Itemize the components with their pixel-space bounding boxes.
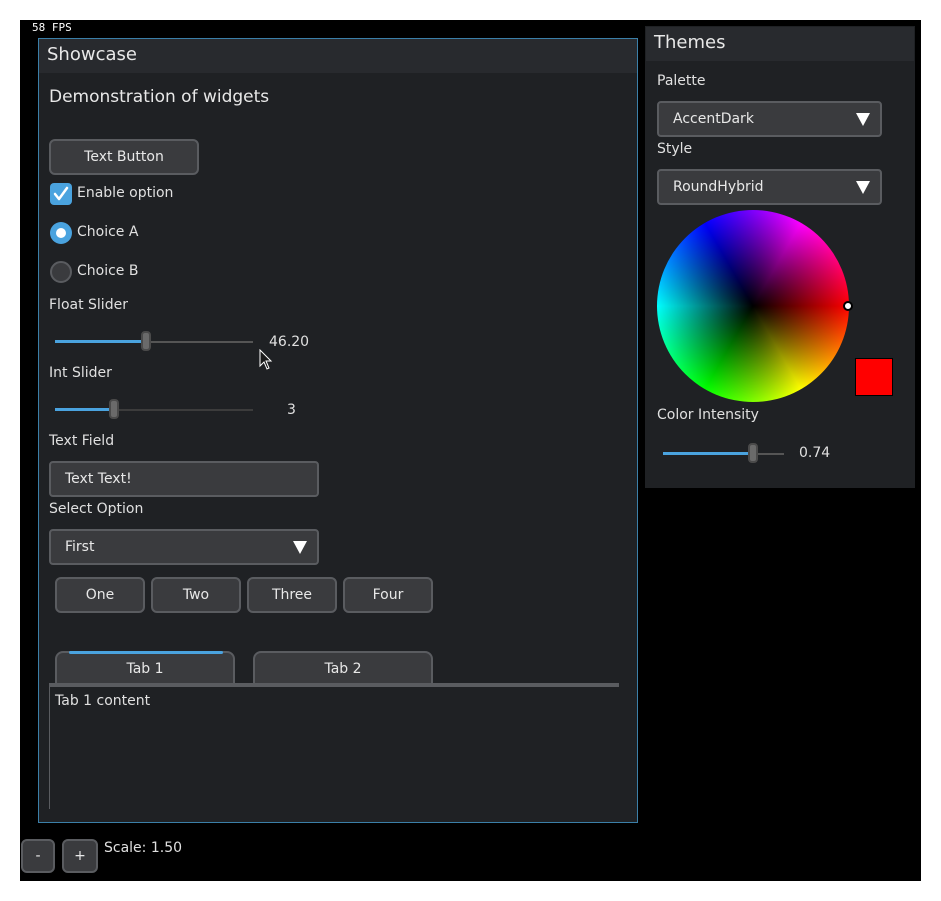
scale-decrease-button[interactable]: - (21, 839, 55, 873)
active-tab-indicator (69, 651, 223, 654)
showcase-heading: Demonstration of widgets (49, 87, 270, 107)
select-option-value: First (65, 539, 95, 555)
palette-value: AccentDark (673, 111, 754, 127)
float-slider-value: 46.20 (269, 334, 310, 350)
button-three[interactable]: Three (247, 577, 337, 613)
radio-dot-icon (56, 228, 66, 238)
select-option-label: Select Option (49, 501, 144, 517)
color-wheel[interactable] (657, 210, 853, 402)
int-slider-value: 3 (287, 402, 296, 418)
tab-content-text: Tab 1 content (55, 693, 151, 709)
themes-title[interactable]: Themes (646, 27, 914, 61)
int-slider-label: Int Slider (49, 365, 112, 381)
button-one[interactable]: One (55, 577, 145, 613)
dropdown-arrow-icon (856, 113, 870, 126)
themes-panel: Themes Palette AccentDark Style RoundHyb… (645, 26, 915, 488)
tab-1-label: Tab 1 (126, 661, 164, 677)
style-dropdown[interactable]: RoundHybrid (657, 169, 882, 205)
enable-option-checkbox[interactable] (50, 183, 72, 205)
color-intensity-value: 0.74 (799, 445, 831, 461)
text-button[interactable]: Text Button (49, 139, 199, 175)
showcase-panel: Showcase Demonstration of widgets Text B… (38, 38, 638, 823)
color-intensity-label: Color Intensity (657, 407, 759, 423)
choice-a-radio[interactable] (50, 222, 72, 244)
dropdown-arrow-icon (293, 541, 307, 554)
palette-label: Palette (657, 73, 706, 89)
float-slider-fill (55, 340, 146, 343)
tab-1[interactable]: Tab 1 (55, 651, 235, 683)
button-two[interactable]: Two (151, 577, 241, 613)
choice-b-radio[interactable] (50, 261, 72, 283)
mouse-cursor-icon (259, 349, 273, 370)
select-option-dropdown[interactable]: First (49, 529, 319, 565)
scale-label: Scale: 1.50 (104, 840, 183, 856)
scale-increase-button[interactable]: + (62, 839, 98, 873)
fps-counter: 58 FPS (32, 21, 72, 34)
text-field-value: Text Text! (65, 471, 132, 487)
app-window: 58 FPS Showcase Demonstration of widgets… (20, 20, 921, 881)
button-four[interactable]: Four (343, 577, 433, 613)
int-slider-thumb[interactable] (109, 399, 119, 419)
text-field-label: Text Field (49, 433, 115, 449)
choice-b-label: Choice B (77, 263, 139, 279)
color-intensity-fill (663, 452, 753, 455)
float-slider-label: Float Slider (49, 297, 128, 313)
float-slider-thumb[interactable] (141, 331, 151, 351)
color-wheel-handle[interactable] (843, 301, 853, 311)
tab-2[interactable]: Tab 2 (253, 651, 433, 683)
selected-color-swatch (855, 358, 893, 396)
tab-content-border (49, 687, 50, 809)
style-value: RoundHybrid (673, 179, 764, 195)
style-label: Style (657, 141, 693, 157)
checkmark-icon (53, 186, 69, 201)
enable-option-label: Enable option (77, 185, 174, 201)
color-intensity-thumb[interactable] (748, 443, 758, 463)
tab-divider (49, 683, 619, 687)
choice-a-label: Choice A (77, 224, 139, 240)
showcase-title[interactable]: Showcase (39, 39, 637, 73)
tab-2-label: Tab 2 (324, 661, 362, 677)
palette-dropdown[interactable]: AccentDark (657, 101, 882, 137)
dropdown-arrow-icon (856, 181, 870, 194)
text-field-input[interactable]: Text Text! (49, 461, 319, 497)
int-slider-fill (55, 408, 114, 411)
